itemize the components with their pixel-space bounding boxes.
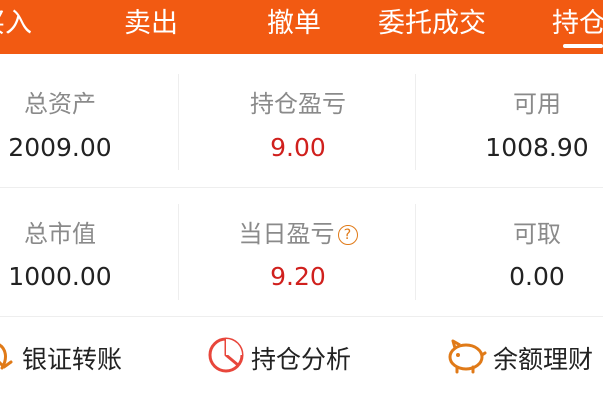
row-divider [0, 316, 603, 317]
daily-pl-value: 9.20 [270, 262, 326, 291]
column-divider [178, 74, 179, 170]
withdrawable-value: 0.00 [509, 262, 565, 291]
daily-pl-label-wrap: 当日盈亏? [198, 214, 398, 249]
tab-orders-fills[interactable]: 委托成交 [378, 0, 486, 54]
total-assets-label: 总资产 [24, 90, 96, 118]
column-divider [415, 74, 416, 170]
tab-sell[interactable]: 卖出 [124, 0, 178, 54]
bank-transfer-button[interactable]: 银证转账 [0, 330, 122, 386]
position-analysis-button[interactable]: 持仓分析 [207, 330, 351, 386]
daily-pl-label: 当日盈亏 [238, 220, 335, 248]
balance-wealth-label: 余额理财 [493, 345, 594, 374]
position-analysis-label: 持仓分析 [251, 345, 352, 374]
trade-tab-bar: 买入 卖出 撤单 委托成交 持仓 [0, 0, 603, 54]
active-tab-indicator [563, 44, 603, 48]
position-pl-value: 9.00 [270, 133, 326, 162]
pie-chart-icon [207, 336, 245, 380]
column-divider [178, 204, 179, 300]
market-value-label: 总市值 [24, 220, 96, 248]
help-icon[interactable]: ? [337, 225, 358, 245]
balance-wealth-button[interactable]: 余额理财 [445, 330, 593, 386]
bank-transfer-icon [0, 338, 16, 378]
piggy-bank-icon [445, 336, 487, 380]
row-divider [0, 187, 603, 188]
column-divider [415, 204, 416, 300]
available-value: 1008.90 [485, 133, 589, 162]
market-value-value: 1000.00 [8, 262, 112, 291]
total-assets-value: 2009.00 [8, 133, 112, 162]
withdrawable-label: 可取 [513, 220, 561, 248]
position-pl-label: 持仓盈亏 [250, 90, 346, 118]
bank-transfer-label: 银证转账 [22, 345, 123, 374]
tab-cancel-order[interactable]: 撤单 [267, 0, 321, 54]
available-label: 可用 [513, 90, 561, 118]
tab-buy[interactable]: 买入 [0, 0, 32, 54]
